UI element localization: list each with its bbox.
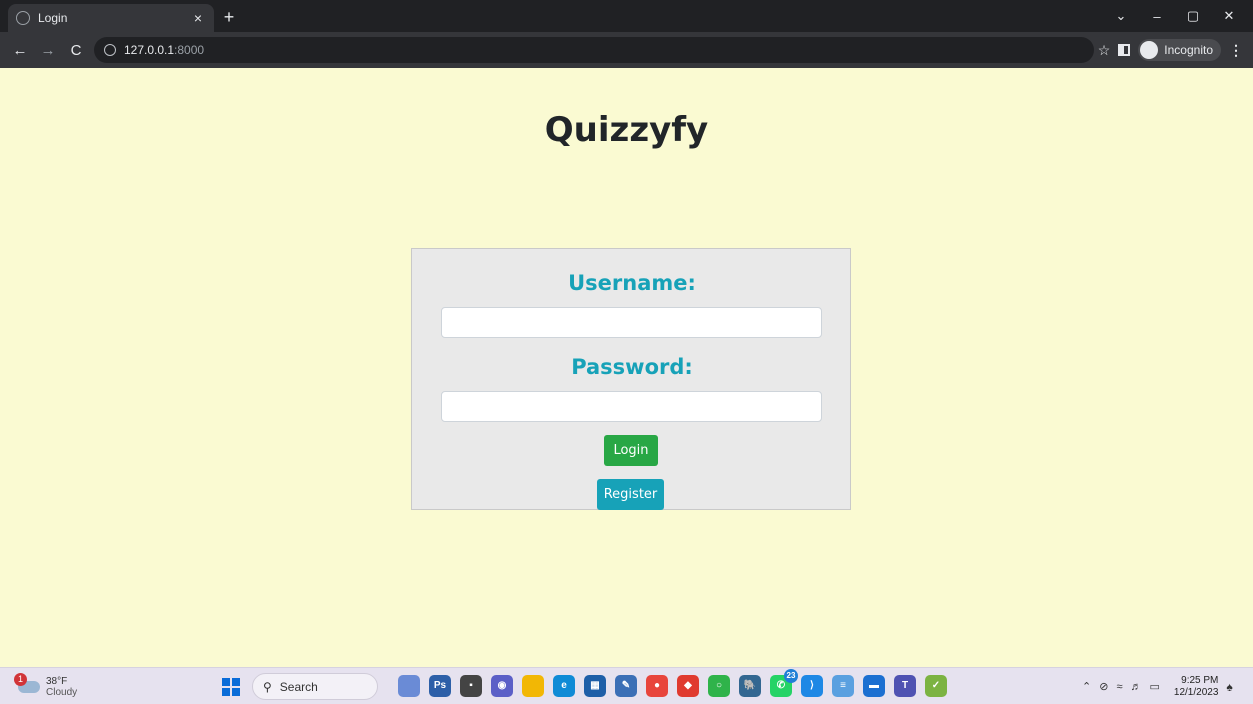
- store-icon[interactable]: ▦: [584, 675, 606, 697]
- incognito-label: Incognito: [1164, 43, 1213, 57]
- weather-temp: 38°F: [46, 675, 68, 687]
- whatsapp-badge: 23: [784, 669, 798, 683]
- file-explorer-icon[interactable]: [522, 675, 544, 697]
- monitor-app-icon[interactable]: ▬: [863, 675, 885, 697]
- reload-button[interactable]: C: [62, 42, 90, 59]
- login-form: Username: Password: Login Register: [411, 248, 851, 510]
- bookmark-star-icon[interactable]: ☆: [1098, 42, 1111, 59]
- search-icon: ⚲: [263, 679, 272, 694]
- globe-icon: [16, 11, 30, 25]
- taskbar-apps: Ps ▪ ◉ e ▦ ✎ ● ◆ ○ 🐘 ✆ 23 ⟩ ≡ ▬ T ✓: [398, 669, 947, 697]
- username-label: Username:: [568, 271, 696, 295]
- volume-icon[interactable]: ♬: [1130, 681, 1141, 693]
- register-button[interactable]: Register: [597, 479, 664, 510]
- password-input[interactable]: [441, 391, 822, 422]
- address-bar[interactable]: 127.0.0.1 :8000: [94, 37, 1094, 63]
- chevron-up-icon[interactable]: ⌃: [1082, 680, 1091, 693]
- weather-badge: 1: [14, 672, 27, 686]
- postgres-icon[interactable]: 🐘: [739, 675, 761, 697]
- browser-menu-icon[interactable]: ⋮: [1229, 42, 1243, 59]
- landscape-icon[interactable]: [398, 675, 420, 697]
- system-tray: ⌃ ⊘ ≈ ♬ ▭ 9:25 PM 12/1/2023 ♠: [1082, 668, 1233, 704]
- tab-title: Login: [38, 11, 68, 25]
- chrome-icon[interactable]: ●: [646, 675, 668, 697]
- clock[interactable]: 9:25 PM 12/1/2023: [1174, 675, 1219, 699]
- url-host: 127.0.0.1: [124, 43, 175, 57]
- red-app-icon[interactable]: ◆: [677, 675, 699, 697]
- side-panel-icon[interactable]: [1118, 44, 1131, 56]
- incognito-badge[interactable]: Incognito: [1138, 39, 1221, 61]
- site-info-icon[interactable]: [104, 44, 116, 56]
- taskbar: 1 38°F Cloudy ⚲ Search Ps ▪ ◉ e ▦ ✎ ● ◆ ○ 🐘 ✆ 23 ⟩ ≡ ▬…: [0, 667, 1253, 704]
- password-label: Password:: [571, 355, 693, 379]
- vscode-icon[interactable]: ⟩: [801, 675, 823, 697]
- close-window-button[interactable]: ✕: [1211, 8, 1247, 24]
- teams-icon[interactable]: T: [894, 675, 916, 697]
- new-tab-button[interactable]: +: [218, 6, 240, 28]
- notepad-icon[interactable]: ≡: [832, 675, 854, 697]
- whatsapp-icon[interactable]: ✆ 23: [770, 669, 798, 697]
- weather-widget[interactable]: 1 38°F Cloudy: [14, 668, 78, 704]
- page-title: Quizzyfy: [544, 110, 709, 150]
- incognito-icon: [1140, 41, 1159, 59]
- tab-login[interactable]: Login ×: [8, 4, 214, 32]
- username-input[interactable]: [441, 307, 822, 338]
- back-button[interactable]: ←: [6, 42, 34, 59]
- tab-close-icon[interactable]: ×: [190, 10, 206, 26]
- tab-search-icon[interactable]: ⌄: [1103, 8, 1139, 24]
- cleaner-icon[interactable]: ✓: [925, 675, 947, 697]
- wifi-icon[interactable]: ≈: [1116, 681, 1122, 693]
- task-view-icon[interactable]: ▪: [460, 675, 482, 697]
- minimize-button[interactable]: –: [1139, 9, 1175, 24]
- browser-tab-strip: Login × + ⌄ – ▢ ✕: [0, 0, 1253, 32]
- window-controls: ⌄ – ▢ ✕: [1103, 0, 1247, 32]
- network-off-icon[interactable]: ⊘: [1099, 680, 1108, 693]
- browser-toolbar: ← → C 127.0.0.1 :8000: [0, 32, 1253, 68]
- toolbar-right: ☆ Incognito ⋮: [1098, 32, 1243, 68]
- login-button[interactable]: Login: [604, 435, 658, 466]
- maximize-button[interactable]: ▢: [1175, 8, 1211, 24]
- taskbar-search[interactable]: ⚲ Search: [252, 673, 378, 700]
- edge-icon[interactable]: e: [553, 675, 575, 697]
- weather-condition: Cloudy: [46, 686, 78, 698]
- cloud-icon: 1: [14, 672, 40, 693]
- circle-app-icon[interactable]: ○: [708, 675, 730, 697]
- search-placeholder: Search: [279, 679, 318, 694]
- notification-bell-icon[interactable]: ♠: [1226, 680, 1232, 694]
- clock-time: 9:25 PM: [1181, 674, 1219, 686]
- clock-date: 12/1/2023: [1173, 686, 1219, 698]
- teams-chat-icon[interactable]: ◉: [491, 675, 513, 697]
- battery-icon[interactable]: ▭: [1149, 680, 1159, 693]
- photoshop-express-icon[interactable]: Ps: [429, 675, 451, 697]
- start-button[interactable]: [222, 678, 240, 696]
- forward-button[interactable]: →: [34, 42, 62, 59]
- url-port: :8000: [174, 43, 205, 57]
- pen-app-icon[interactable]: ✎: [615, 675, 637, 697]
